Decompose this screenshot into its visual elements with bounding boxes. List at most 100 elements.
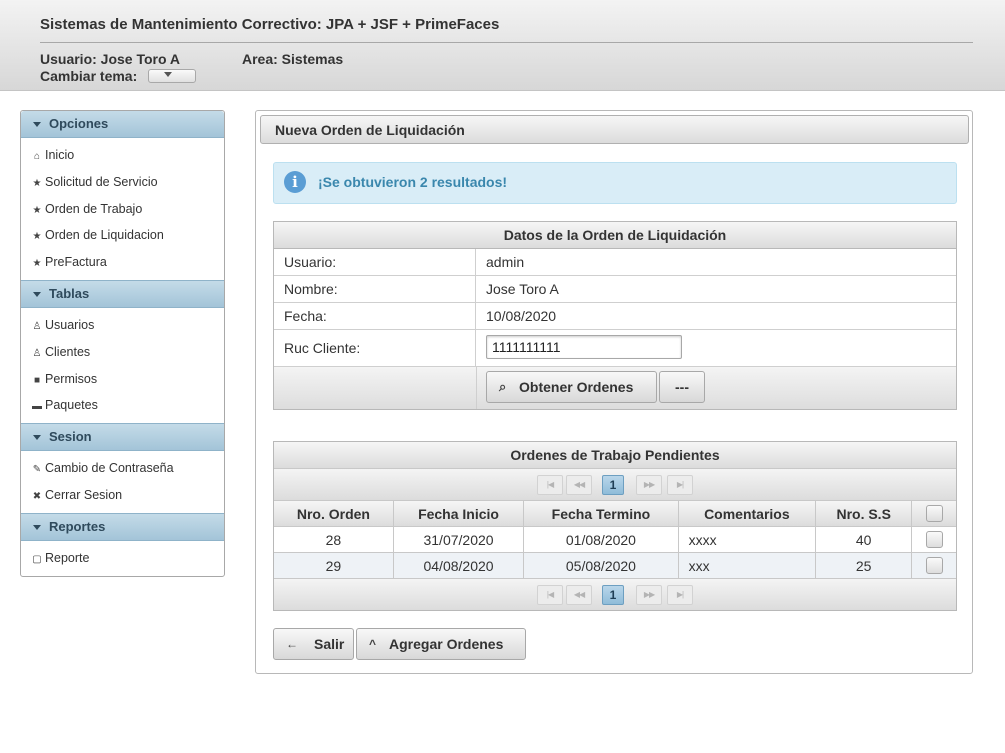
sidebar-item-label: Cambio de Contraseña: [45, 461, 174, 476]
sidebar-item-paquetes[interactable]: ▬ Paquetes: [21, 392, 224, 419]
chevron-up-icon: ^: [369, 637, 377, 651]
row-checkbox[interactable]: [925, 557, 943, 575]
close-icon: ✖: [32, 490, 42, 502]
cell-nro-ss: 25: [815, 552, 913, 579]
sidebar-item-inicio[interactable]: ⌂ Inicio: [21, 142, 224, 169]
cell-comentarios: xxx: [678, 552, 817, 579]
sidebar-item-label: Orden de Liquidacion: [45, 228, 164, 243]
sidebar-item-clientes[interactable]: ♙ Clientes: [21, 339, 224, 366]
sidebar-item-permisos[interactable]: ■ Permisos: [21, 366, 224, 393]
sidebar-section-opciones: Opciones ⌂ Inicio ★ Solicitud de Servicio ★ Or…: [21, 111, 224, 280]
nombre-value: Jose Toro A: [486, 281, 559, 297]
person-icon: ♙: [32, 347, 42, 359]
col-nro-orden[interactable]: Nro. Orden: [274, 501, 394, 527]
sidebar-item-cerrar-sesion[interactable]: ✖ Cerrar Sesion: [21, 482, 224, 509]
prev-page-icon[interactable]: ◀◀: [566, 585, 592, 605]
info-icon: i: [284, 171, 306, 193]
form-row-usuario: Usuario: admin: [274, 249, 956, 276]
sidebar-item-orden-de-trabajo[interactable]: ★ Orden de Trabajo: [21, 196, 224, 223]
triangle-down-icon: [33, 524, 41, 530]
ordenes-title: Ordenes de Trabajo Pendientes: [274, 442, 956, 469]
col-fecha-termino[interactable]: Fecha Termino: [523, 501, 679, 527]
cell-fecha-termino: 01/08/2020: [523, 526, 679, 553]
chevron-down-icon: [164, 72, 172, 77]
liquidacion-form: Datos de la Orden de Liquidación Usuario…: [273, 221, 957, 410]
sidebar-header-reportes[interactable]: Reportes: [21, 512, 224, 541]
page-number[interactable]: 1: [602, 475, 624, 495]
select-all-checkbox[interactable]: [925, 505, 943, 523]
last-page-icon[interactable]: ▶|: [667, 585, 693, 605]
star-icon: ★: [32, 231, 42, 243]
star-icon: ★: [32, 177, 42, 189]
obtener-ordenes-button[interactable]: ⌕ Obtener Ordenes: [486, 371, 657, 403]
sidebar-item-label: Paquetes: [45, 398, 98, 413]
form-actions: ⌕ Obtener Ordenes ---: [274, 367, 956, 409]
first-page-icon[interactable]: |◀: [537, 475, 563, 495]
prev-page-icon[interactable]: ◀◀: [566, 475, 592, 495]
page-number[interactable]: 1: [602, 585, 624, 605]
sidebar-item-label: Cerrar Sesion: [45, 487, 123, 502]
sidebar-header-opciones[interactable]: Opciones: [21, 111, 224, 138]
cell-fecha-inicio: 31/07/2020: [393, 526, 525, 553]
lock-icon: ■: [33, 374, 41, 386]
col-comentarios[interactable]: Comentarios: [678, 501, 817, 527]
usuario-value: admin: [486, 254, 525, 270]
obtener-ordenes-label: Obtener Ordenes: [519, 379, 634, 395]
bottom-paginator: |◀ ◀◀ 1 ▶▶ ▶|: [274, 579, 956, 610]
fecha-value: 10/08/2020: [486, 308, 557, 324]
wrench-icon: ✎: [32, 464, 42, 476]
sidebar-section-sesion: Sesion ✎ Cambio de Contraseña ✖ Cerrar Sesio…: [21, 423, 224, 513]
cell-fecha-termino: 05/08/2020: [523, 552, 679, 579]
reset-button[interactable]: ---: [659, 371, 705, 403]
row-checkbox[interactable]: [925, 531, 943, 549]
star-icon: ★: [32, 204, 42, 216]
home-icon: ⌂: [33, 151, 41, 162]
person-icon: ♙: [32, 320, 42, 332]
ordenes-table: Ordenes de Trabajo Pendientes |◀ ◀◀ 1 ▶▶…: [273, 441, 957, 611]
sidebar-header-label: Opciones: [49, 116, 109, 131]
document-icon: ▢: [32, 553, 42, 565]
sidebar-item-solicitud-de-servicio[interactable]: ★ Solicitud de Servicio: [21, 169, 224, 196]
form-row-nombre: Nombre: Jose Toro A: [274, 276, 956, 303]
sidebar-header-label: Reportes: [49, 518, 106, 534]
last-page-icon[interactable]: ▶|: [667, 475, 693, 495]
triangle-down-icon: [33, 435, 41, 441]
cell-nro-ss: 40: [815, 526, 913, 553]
col-nro-ss[interactable]: Nro. S.S: [815, 501, 913, 527]
sidebar-menu: Opciones ⌂ Inicio ★ Solicitud de Servicio ★ Or…: [20, 110, 225, 577]
table-row[interactable]: 28 31/07/2020 01/08/2020 xxxx 40: [274, 526, 956, 553]
area-label: Area: Sistemas: [242, 51, 344, 67]
usuario-label: Usuario:: [274, 249, 476, 275]
agregar-ordenes-label: Agregar Ordenes: [389, 636, 504, 652]
next-page-icon[interactable]: ▶▶: [636, 585, 662, 605]
triangle-down-icon: [33, 122, 41, 127]
sidebar-item-usuarios[interactable]: ♙ Usuarios: [21, 312, 224, 339]
sidebar-item-label: Reporte: [45, 550, 90, 565]
table-row[interactable]: 29 04/08/2020 05/08/2020 xxx 25: [274, 552, 956, 579]
sidebar-item-orden-de-liquidacion[interactable]: ★ Orden de Liquidacion: [21, 222, 224, 249]
sidebar-item-prefactura[interactable]: ★ PreFactura: [21, 249, 224, 276]
form-row-fecha: Fecha: 10/08/2020: [274, 303, 956, 330]
sidebar-item-cambio-de-contraseña[interactable]: ✎ Cambio de Contraseña: [21, 455, 224, 482]
salir-button[interactable]: ← Salir: [273, 628, 354, 660]
sidebar-header-label: Sesion: [49, 429, 92, 445]
theme-dropdown-button[interactable]: [148, 69, 196, 83]
sidebar-section-reportes: Reportes ▢ Reporte: [21, 512, 224, 576]
top-paginator: |◀ ◀◀ 1 ▶▶ ▶|: [274, 469, 956, 501]
col-fecha-inicio[interactable]: Fecha Inicio: [393, 501, 525, 527]
panel-title: Nueva Orden de Liquidación: [260, 115, 969, 144]
sidebar-header-tablas[interactable]: Tablas: [21, 279, 224, 308]
agregar-ordenes-button[interactable]: ^ Agregar Ordenes: [356, 628, 526, 660]
ordenes-grid: Nro. Orden Fecha Inicio Fecha Termino Co…: [274, 501, 956, 579]
next-page-icon[interactable]: ▶▶: [636, 475, 662, 495]
first-page-icon[interactable]: |◀: [537, 585, 563, 605]
header-divider: [40, 42, 973, 43]
search-icon: ⌕: [499, 379, 507, 394]
sidebar-item-reporte[interactable]: ▢ Reporte: [21, 545, 224, 572]
app-header: Sistemas de Mantenimiento Correctivo: JP…: [0, 0, 1005, 91]
cell-comentarios: xxxx: [678, 526, 817, 553]
sidebar-header-sesion[interactable]: Sesion: [21, 423, 224, 452]
ruc-cliente-input[interactable]: [486, 335, 682, 359]
app-title: Sistemas de Mantenimiento Correctivo: JP…: [40, 16, 500, 33]
sidebar-item-label: Inicio: [45, 148, 75, 162]
